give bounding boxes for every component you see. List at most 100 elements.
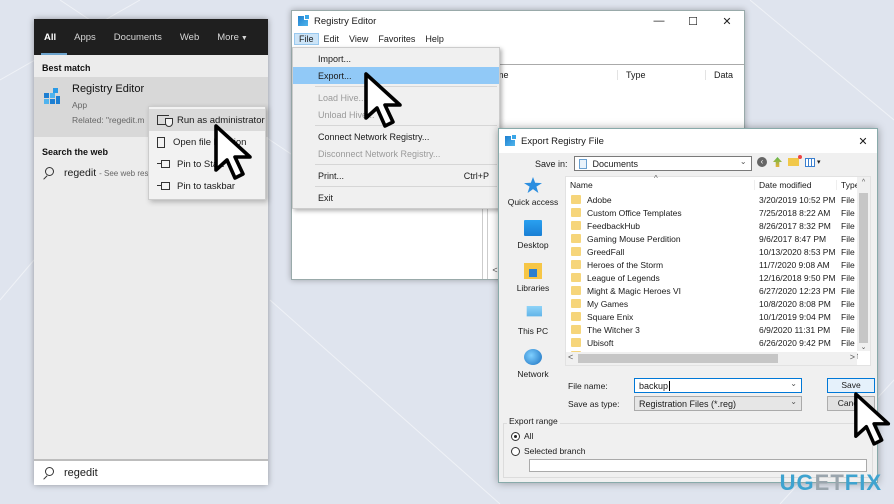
menu-item-export[interactable]: Export...: [293, 67, 499, 84]
file-row[interactable]: My Games 10/8/2020 8:08 PM File fol: [566, 297, 858, 310]
tab-documents[interactable]: Documents: [114, 32, 162, 43]
save-type-dropdown[interactable]: Registration Files (*.reg) ⌄: [634, 396, 802, 411]
start-search-box[interactable]: regedit: [34, 459, 268, 485]
cancel-button[interactable]: Cancel: [827, 396, 875, 411]
dialog-title: Export Registry File: [521, 135, 604, 147]
file-name-cell: My Games: [566, 299, 755, 309]
place-quick-access[interactable]: Quick access: [505, 177, 561, 207]
file-name-label: File name:: [568, 380, 608, 391]
file-name-input[interactable]: backup ⌄: [634, 378, 802, 393]
radio-all[interactable]: All: [511, 431, 533, 441]
menu-edit[interactable]: Edit: [319, 33, 345, 45]
file-name: Square Enix: [587, 311, 634, 322]
save-type-row: Save as type: Registration Files (*.reg)…: [568, 396, 802, 411]
menu-file[interactable]: File: [294, 33, 319, 45]
menu-item-run-as-administrator[interactable]: Run as administrator: [149, 109, 265, 131]
libraries-icon: [524, 263, 542, 279]
radio-selected-branch[interactable]: Selected branch: [511, 446, 585, 456]
save-in-label: Save in:: [535, 158, 568, 169]
menu-item-label: Pin to Start: [177, 158, 224, 170]
file-row[interactable]: GreedFall 10/13/2020 8:53 PM File fol: [566, 245, 858, 258]
file-list-header: Name ^ Date modified Type: [566, 174, 870, 192]
file-date: 10/1/2019 9:04 PM: [759, 311, 831, 322]
new-folder-icon[interactable]: [788, 155, 802, 166]
save-button[interactable]: Save: [827, 378, 875, 393]
file-row[interactable]: Heroes of the Storm 11/7/2020 9:08 AM File…: [566, 258, 858, 271]
scroll-right-arrow[interactable]: >: [850, 352, 855, 362]
save-in-row: Save in: Documents ⌄: [535, 156, 752, 171]
menu-view[interactable]: View: [344, 33, 373, 45]
view-menu-icon[interactable]: [805, 157, 815, 167]
horizontal-scrollbar[interactable]: < >: [566, 352, 857, 365]
file-row[interactable]: Square Enix 10/1/2019 9:04 PM File fol: [566, 310, 858, 323]
column-date-modified[interactable]: Date modified: [755, 179, 837, 190]
place-label: This PC: [517, 326, 549, 336]
file-row[interactable]: The Witcher 3 6/9/2020 11:31 PM File fol: [566, 323, 858, 336]
radio-button-checked[interactable]: [511, 431, 520, 441]
place-label: Network: [517, 369, 549, 379]
search-input-value[interactable]: regedit: [64, 467, 98, 479]
minimize-button[interactable]: —: [642, 15, 676, 28]
scroll-left-arrow[interactable]: <: [568, 352, 573, 362]
file-row[interactable]: Adobe 3/20/2019 10:52 PM File fol: [566, 193, 858, 206]
menu-item-pin-to-start[interactable]: Pin to Start: [149, 153, 265, 175]
chevron-down-icon: ⌄: [739, 157, 747, 166]
save-type-value: Registration Files (*.reg): [639, 398, 737, 409]
file-name-cell: GreedFall: [566, 247, 755, 257]
file-row[interactable]: Ubisoft 6/26/2020 9:42 PM File fol: [566, 336, 858, 349]
tab-apps[interactable]: Apps: [74, 32, 96, 43]
file-row[interactable]: FeedbackHub 8/26/2017 8:32 PM File fol: [566, 219, 858, 232]
caret-down-icon[interactable]: ▾: [817, 158, 821, 166]
menu-item-open-file-location[interactable]: Open file location: [149, 131, 265, 153]
tab-all[interactable]: All: [44, 32, 56, 43]
column-name[interactable]: Name ^: [566, 174, 755, 190]
tab-web[interactable]: Web: [180, 32, 199, 43]
file-type: File fol: [841, 233, 858, 244]
close-button[interactable]: ✕: [710, 15, 744, 28]
menu-item-connect-network-registry[interactable]: Connect Network Registry...: [293, 128, 499, 145]
scroll-up-arrow[interactable]: ^: [857, 179, 870, 186]
column-data[interactable]: Data: [706, 70, 733, 80]
scroll-down-arrow[interactable]: ⌄: [857, 343, 870, 351]
menu-item-exit[interactable]: Exit: [293, 189, 499, 206]
file-type: File fol: [841, 311, 858, 322]
tab-more[interactable]: More ▼: [217, 32, 248, 43]
file-row[interactable]: Might & Magic Heroes VI 6/27/2020 12:23 P…: [566, 284, 858, 297]
menu-item-print[interactable]: Print... Ctrl+P: [293, 167, 499, 184]
file-row[interactable]: Gaming Mouse Perdition 9/6/2017 8:47 PM Fi…: [566, 232, 858, 245]
menu-help[interactable]: Help: [420, 33, 449, 45]
file-name-cell: Gaming Mouse Perdition: [566, 234, 755, 244]
scroll-thumb[interactable]: [859, 193, 868, 343]
file-name-cell: Custom Office Templates: [566, 208, 755, 218]
file-row[interactable]: Custom Office Templates 7/25/2018 8:22 AM…: [566, 206, 858, 219]
file-row[interactable]: League of Legends 12/16/2018 9:50 PM File …: [566, 271, 858, 284]
menu-bar: File Edit View Favorites Help: [292, 31, 744, 47]
folder-icon: [571, 338, 581, 347]
place-this-pc[interactable]: This PC: [505, 306, 561, 336]
menu-item-pin-to-taskbar[interactable]: Pin to taskbar: [149, 175, 265, 197]
place-label: Quick access: [507, 197, 559, 207]
vertical-scrollbar[interactable]: ^ ⌄: [857, 177, 870, 351]
menu-favorites[interactable]: Favorites: [373, 33, 420, 45]
pin-icon: [157, 159, 170, 169]
dialog-titlebar[interactable]: Export Registry File ✕: [499, 129, 877, 153]
up-folder-icon[interactable]: [773, 157, 782, 167]
folder-icon: [571, 247, 581, 256]
column-type[interactable]: Type: [618, 70, 706, 80]
file-name: My Games: [587, 298, 629, 309]
address-bar[interactable]: [488, 48, 744, 65]
place-desktop[interactable]: Desktop: [505, 220, 561, 250]
regedit-titlebar[interactable]: Registry Editor — ☐ ✕: [292, 11, 744, 31]
file-date: 10/13/2020 8:53 PM: [759, 246, 836, 257]
column-name[interactable]: me: [488, 70, 618, 80]
maximize-button[interactable]: ☐: [676, 15, 710, 28]
save-in-dropdown[interactable]: Documents ⌄: [573, 156, 752, 171]
file-date: 3/20/2019 10:52 PM: [759, 194, 836, 205]
menu-item-import[interactable]: Import...: [293, 50, 499, 67]
close-button[interactable]: ✕: [849, 135, 877, 148]
back-icon[interactable]: ‹: [757, 157, 767, 167]
scroll-thumb[interactable]: [578, 354, 778, 363]
place-network[interactable]: Network: [505, 349, 561, 379]
place-libraries[interactable]: Libraries: [505, 263, 561, 293]
radio-button[interactable]: [511, 446, 520, 456]
